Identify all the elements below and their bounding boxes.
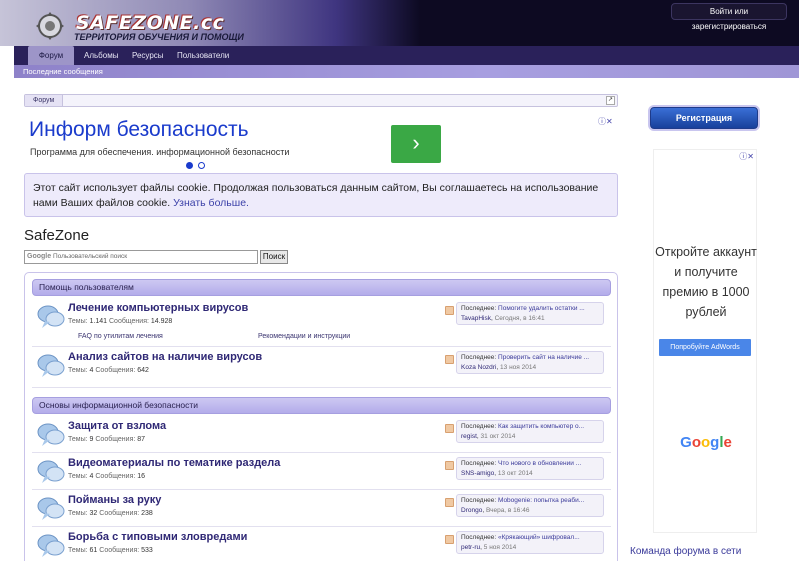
last-post-user[interactable]: Koza Nozdri	[461, 364, 496, 371]
rss-icon[interactable]	[445, 355, 454, 364]
last-post-link[interactable]: «Крякающий» шифровал...	[498, 534, 580, 541]
forum-node: Пойманы за руку Темы: 32 Сообщения: 238 …	[32, 491, 611, 527]
tab-forum[interactable]: Форум	[28, 46, 74, 65]
last-post-user[interactable]: TavapHisk	[461, 315, 491, 322]
tab-albums[interactable]: Альбомы	[76, 46, 126, 65]
forum-stats: Темы: 32 Сообщения: 238	[68, 510, 153, 517]
login-register-button[interactable]: Войти или зарегистрироваться	[671, 3, 787, 31]
ad-description: Программа для обеспечения. информационно…	[30, 147, 290, 157]
subforum-link[interactable]: FAQ по утилитам лечения	[78, 333, 163, 340]
category-header[interactable]: Основы информационной безопасности	[32, 397, 611, 414]
cookie-learn-more-link[interactable]: Узнать больше.	[173, 197, 249, 209]
last-post-link[interactable]: Проверить сайт на наличие ...	[498, 354, 589, 361]
breadcrumb-item-forum[interactable]: Форум	[25, 95, 64, 106]
ad-banner-top[interactable]: Информ безопасность Программа для обеспе…	[24, 112, 618, 170]
cookie-text: Этот сайт использует файлы cookie. Продо…	[33, 182, 599, 209]
latest-posts-link[interactable]: Последние сообщения	[23, 65, 103, 78]
last-post-time: 13 ноя 2014	[500, 364, 537, 371]
forum-title-link[interactable]: Лечение компьютерных вирусов	[68, 302, 248, 314]
last-post-user[interactable]: petr-ru	[461, 544, 480, 551]
forum-stats: Темы: 4 Сообщения: 16	[68, 473, 146, 480]
ad-choices-icon[interactable]: ⓘ✕	[739, 151, 754, 162]
forum-node: Анализ сайтов на наличие вирусов Темы: 4…	[32, 348, 611, 388]
forum-stats: Темы: 1.141 Сообщения: 14.928	[68, 318, 173, 325]
rss-icon[interactable]	[445, 461, 454, 470]
forum-node: Борьба с типовыми зловредами Темы: 61 Со…	[32, 528, 611, 561]
last-post-box: Последнее: Что нового в обновлении ... S…	[456, 457, 604, 480]
site-logo[interactable]: SAFEZONE.cc ТЕРРИТОРИЯ ОБУЧЕНИЯ И ПОМОЩИ	[14, 4, 264, 44]
subforum-link[interactable]: Рекомендации и инструкции	[258, 333, 350, 340]
last-post-user[interactable]: SNS-amigo	[461, 470, 494, 477]
forum-title-link[interactable]: Видеоматериалы по тематике раздела	[68, 457, 280, 469]
tab-users[interactable]: Пользователи	[169, 46, 237, 65]
speech-bubbles-icon	[37, 305, 65, 328]
last-post-box: Последнее: Mobogenie: попытка реаби... D…	[456, 494, 604, 517]
speech-bubbles-icon	[37, 354, 65, 377]
cookie-notice: Этот сайт использует файлы cookie. Продо…	[24, 173, 618, 217]
last-post-time: 13 окт 2014	[497, 470, 533, 477]
speech-bubbles-icon	[37, 423, 65, 446]
search-google-logo: Google	[27, 253, 52, 260]
last-post-box: Последнее: Помогите удалить остатки ... …	[456, 302, 604, 325]
last-post-time: Сегодня, в 16:41	[494, 315, 545, 322]
forum-node: Лечение компьютерных вирусов Темы: 1.141…	[32, 299, 611, 347]
rss-icon[interactable]	[445, 535, 454, 544]
ad-banner-side[interactable]: ⓘ✕ Откройте аккаунт и получите премию в …	[653, 149, 757, 533]
last-post-box: Последнее: «Крякающий» шифровал... petr-…	[456, 531, 604, 554]
arrow-jump-icon[interactable]: ↗	[606, 96, 615, 105]
google-logo: Google	[680, 434, 732, 451]
ad-side-text: Откройте аккаунт и получите премию в 100…	[655, 245, 757, 319]
logo-text: SAFEZONE.cc	[76, 12, 225, 34]
last-post-box: Последнее: Как защитить компьютер о... r…	[456, 420, 604, 443]
speech-bubbles-icon	[37, 460, 65, 483]
rss-icon[interactable]	[445, 424, 454, 433]
last-post-box: Последнее: Проверить сайт на наличие ...…	[456, 351, 604, 374]
speech-bubbles-icon	[37, 534, 65, 557]
ad-dot-active[interactable]	[186, 162, 193, 169]
last-post-user[interactable]: Drongo	[461, 507, 482, 514]
main-nav: Форум Альбомы Ресурсы Пользователи	[14, 46, 799, 65]
forum-title-link[interactable]: Защита от взлома	[68, 420, 166, 432]
sub-nav: Последние сообщения	[14, 65, 799, 78]
forum-stats: Темы: 61 Сообщения: 533	[68, 547, 153, 554]
rss-icon[interactable]	[445, 306, 454, 315]
last-post-link[interactable]: Как защитить компьютер о...	[498, 423, 584, 430]
category-header[interactable]: Помощь пользователям	[32, 279, 611, 296]
ad-choices-icon[interactable]: ⓘ✕	[598, 116, 618, 126]
last-post-time: Вчера, в 16:46	[485, 507, 530, 514]
last-post-link[interactable]: Что нового в обновлении ...	[498, 460, 581, 467]
forum-title-link[interactable]: Анализ сайтов на наличие вирусов	[68, 351, 262, 363]
page-title: SafeZone	[24, 227, 90, 244]
ad-title[interactable]: Информ безопасность	[29, 118, 249, 142]
search-placeholder: Пользовательский поиск	[52, 253, 128, 260]
ad-dot[interactable]	[198, 162, 205, 169]
ad-arrow-button[interactable]: ›	[391, 125, 441, 163]
search-input[interactable]: Google Пользовательский поиск	[24, 250, 258, 264]
logo-tagline: ТЕРРИТОРИЯ ОБУЧЕНИЯ И ПОМОЩИ	[74, 32, 244, 42]
tab-resources[interactable]: Ресурсы	[124, 46, 172, 65]
site-header: SAFEZONE.cc ТЕРРИТОРИЯ ОБУЧЕНИЯ И ПОМОЩИ…	[0, 0, 799, 46]
last-post-link[interactable]: Mobogenie: попытка реаби...	[498, 497, 584, 504]
forum-stats: Темы: 4 Сообщения: 642	[68, 367, 149, 374]
breadcrumb: Форум ↗	[24, 94, 618, 107]
search-button[interactable]: Поиск	[260, 250, 288, 264]
forum-title-link[interactable]: Пойманы за руку	[68, 494, 161, 506]
last-post-time: 5 ноя 2014	[483, 544, 517, 551]
ad-pagination	[184, 161, 214, 170]
last-post-time: 31 окт 2014	[480, 433, 516, 440]
forum-stats: Темы: 9 Сообщения: 87	[68, 436, 146, 443]
forum-title-link[interactable]: Борьба с типовыми зловредами	[68, 531, 247, 543]
register-button[interactable]: Регистрация	[650, 107, 758, 129]
logo-gear-icon	[36, 12, 64, 40]
last-post-user[interactable]: regist	[461, 433, 477, 440]
forum-list: Помощь пользователям Лечение компьютерны…	[24, 272, 618, 561]
team-online-heading: Команда форума в сети	[630, 546, 742, 557]
speech-bubbles-icon	[37, 497, 65, 520]
adwords-button[interactable]: Попробуйте AdWords	[659, 339, 751, 356]
forum-node: Защита от взлома Темы: 9 Сообщения: 87 П…	[32, 417, 611, 453]
rss-icon[interactable]	[445, 498, 454, 507]
last-post-link[interactable]: Помогите удалить остатки ...	[498, 305, 585, 312]
forum-node: Видеоматериалы по тематике раздела Темы:…	[32, 454, 611, 490]
